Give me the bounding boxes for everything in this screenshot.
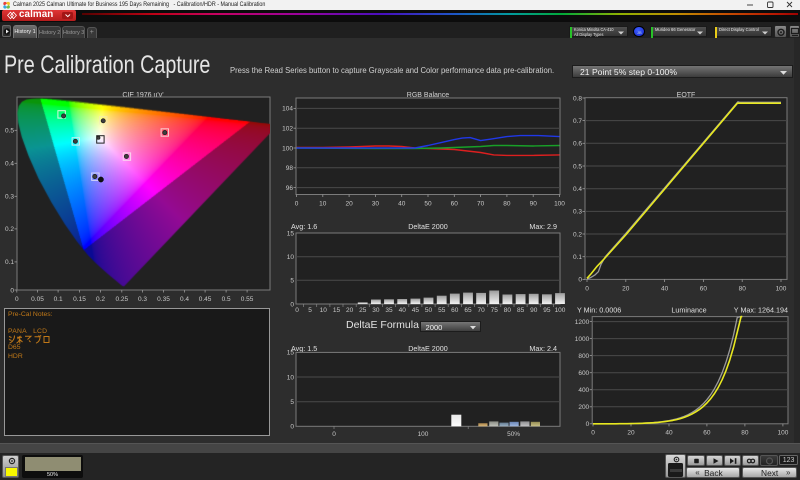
svg-text:0: 0 xyxy=(290,301,294,308)
svg-text:100: 100 xyxy=(777,430,788,437)
svg-text:95: 95 xyxy=(543,307,551,314)
svg-text:Max: 2.4: Max: 2.4 xyxy=(529,344,557,353)
svg-text:600: 600 xyxy=(578,370,589,377)
svg-text:60: 60 xyxy=(451,307,459,314)
svg-text:75: 75 xyxy=(491,307,499,314)
svg-text:40: 40 xyxy=(399,307,407,314)
svg-text:15: 15 xyxy=(287,230,295,237)
svg-text:DeltaE 2000: DeltaE 2000 xyxy=(408,222,448,231)
svg-text:50: 50 xyxy=(424,201,432,208)
svg-text:40: 40 xyxy=(661,286,669,293)
svg-text:200: 200 xyxy=(578,404,589,411)
svg-text:0: 0 xyxy=(578,277,582,284)
svg-text:15: 15 xyxy=(333,307,341,314)
svg-text:400: 400 xyxy=(578,387,589,394)
svg-text:0.2: 0.2 xyxy=(573,231,582,238)
svg-text:80: 80 xyxy=(504,307,512,314)
svg-text:85: 85 xyxy=(517,307,525,314)
svg-text:55: 55 xyxy=(438,307,446,314)
svg-text:Max: 2.9: Max: 2.9 xyxy=(529,222,557,231)
svg-text:10: 10 xyxy=(287,374,295,381)
svg-text:40: 40 xyxy=(665,430,673,437)
svg-text:0.7: 0.7 xyxy=(573,118,582,125)
svg-text:70: 70 xyxy=(477,201,485,208)
svg-text:10: 10 xyxy=(287,254,295,261)
svg-text:90: 90 xyxy=(530,201,538,208)
svg-text:15: 15 xyxy=(287,350,295,357)
svg-text:0: 0 xyxy=(585,286,589,293)
svg-text:60: 60 xyxy=(451,201,459,208)
svg-text:45: 45 xyxy=(412,307,420,314)
svg-text:0: 0 xyxy=(295,307,299,314)
svg-text:0: 0 xyxy=(586,421,590,428)
svg-text:0: 0 xyxy=(295,201,299,208)
svg-text:90: 90 xyxy=(530,307,538,314)
svg-text:70: 70 xyxy=(477,307,485,314)
svg-text:10: 10 xyxy=(320,307,328,314)
svg-text:Luminance: Luminance xyxy=(671,306,706,315)
svg-text:0.5: 0.5 xyxy=(573,163,582,170)
svg-text:0.6: 0.6 xyxy=(573,141,582,148)
svg-text:25: 25 xyxy=(359,307,367,314)
svg-text:100: 100 xyxy=(776,286,787,293)
svg-text:96: 96 xyxy=(286,185,294,192)
svg-text:Avg: 1.6: Avg: 1.6 xyxy=(291,222,317,231)
svg-text:102: 102 xyxy=(282,126,293,133)
svg-text:0.1: 0.1 xyxy=(573,254,582,261)
svg-text:60: 60 xyxy=(700,286,708,293)
svg-text:0: 0 xyxy=(290,424,294,431)
svg-text:20: 20 xyxy=(627,430,635,437)
svg-text:5: 5 xyxy=(290,399,294,406)
svg-text:30: 30 xyxy=(372,201,380,208)
svg-text:104: 104 xyxy=(282,106,293,113)
svg-text:0.8: 0.8 xyxy=(573,95,582,102)
svg-text:100: 100 xyxy=(418,431,429,438)
svg-text:60: 60 xyxy=(703,430,711,437)
svg-text:0.4: 0.4 xyxy=(573,186,582,193)
svg-text:0: 0 xyxy=(591,430,595,437)
svg-text:65: 65 xyxy=(464,307,472,314)
svg-text:5: 5 xyxy=(308,307,312,314)
svg-text:30: 30 xyxy=(372,307,380,314)
svg-text:80: 80 xyxy=(739,286,747,293)
svg-text:5: 5 xyxy=(290,278,294,285)
svg-text:80: 80 xyxy=(503,201,511,208)
svg-text:35: 35 xyxy=(385,307,393,314)
svg-text:40: 40 xyxy=(398,201,406,208)
svg-text:98: 98 xyxy=(286,165,294,172)
svg-text:Y Max: 1264.194: Y Max: 1264.194 xyxy=(734,306,788,315)
svg-text:1000: 1000 xyxy=(575,336,590,343)
svg-text:20: 20 xyxy=(346,307,354,314)
svg-text:10: 10 xyxy=(319,201,327,208)
svg-text:100: 100 xyxy=(554,201,565,208)
svg-text:Avg: 1.5: Avg: 1.5 xyxy=(291,344,317,353)
svg-text:20: 20 xyxy=(622,286,630,293)
svg-text:50: 50 xyxy=(425,307,433,314)
svg-text:DeltaE 2000: DeltaE 2000 xyxy=(408,344,448,353)
svg-text:50%: 50% xyxy=(507,431,520,438)
svg-text:100: 100 xyxy=(282,145,293,152)
svg-text:800: 800 xyxy=(578,353,589,360)
svg-text:0.3: 0.3 xyxy=(573,209,582,216)
svg-text:20: 20 xyxy=(345,201,353,208)
svg-text:Y Min: 0.0006: Y Min: 0.0006 xyxy=(577,306,621,315)
svg-text:80: 80 xyxy=(741,430,749,437)
svg-text:0: 0 xyxy=(332,431,336,438)
svg-text:1200: 1200 xyxy=(575,319,590,326)
